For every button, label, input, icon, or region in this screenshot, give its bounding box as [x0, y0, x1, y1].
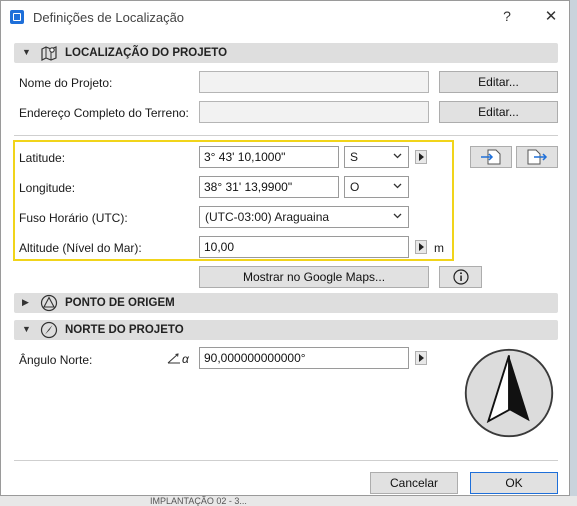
altitude-label: Altitude (Nível do Mar): — [19, 241, 142, 255]
collapse-arrow-icon[interactable]: ▼ — [22, 47, 31, 57]
info-button[interactable] — [439, 266, 482, 288]
longitude-hemisphere-value: O — [350, 180, 360, 194]
altitude-input[interactable]: 10,00 — [199, 236, 409, 258]
chevron-down-icon — [393, 213, 402, 219]
map-pin-icon — [41, 46, 57, 61]
section-origin-point[interactable]: ▶ PONTO DE ORIGEM — [14, 293, 558, 313]
export-location-button[interactable] — [516, 146, 558, 168]
longitude-label: Longitude: — [19, 181, 76, 195]
angle-symbol: α — [182, 352, 189, 366]
section-project-north[interactable]: ▼ NORTE DO PROJETO — [14, 320, 558, 340]
angle-icon — [167, 353, 180, 364]
latitude-label: Latitude: — [19, 151, 66, 165]
timezone-label: Fuso Horário (UTC): — [19, 211, 128, 225]
latitude-options-arrow[interactable] — [415, 150, 427, 164]
export-file-icon — [527, 149, 548, 165]
project-name-field[interactable] — [199, 71, 429, 93]
background-window-bottom: IMPLANTAÇÃO 02 - 3... — [0, 496, 577, 506]
address-label: Endereço Completo do Terreno: — [19, 106, 189, 120]
edit-address-button[interactable]: Editar... — [439, 101, 558, 123]
cancel-button[interactable]: Cancelar — [370, 472, 458, 494]
edit-project-name-button[interactable]: Editar... — [439, 71, 558, 93]
longitude-input[interactable]: 38° 31' 13,9900" — [199, 176, 339, 198]
north-angle-input[interactable]: 90,000000000000° — [199, 347, 409, 369]
background-window-edge — [570, 0, 577, 506]
divider — [14, 460, 558, 461]
import-file-icon — [481, 149, 501, 165]
compass-icon — [40, 321, 58, 339]
altitude-unit: m — [434, 241, 444, 255]
info-icon — [453, 269, 469, 285]
section-label: PONTO DE ORIGEM — [65, 297, 175, 309]
divider — [14, 135, 558, 136]
title-bar[interactable]: Definições de Localização ? ✕ — [1, 1, 569, 33]
dialog-title: Definições de Localização — [33, 10, 185, 25]
chevron-down-icon — [393, 153, 402, 159]
collapse-arrow-icon[interactable]: ▼ — [22, 324, 31, 334]
project-name-label: Nome do Projeto: — [19, 76, 113, 90]
origin-point-icon — [40, 294, 58, 312]
help-button[interactable]: ? — [498, 8, 516, 26]
timezone-value: (UTC-03:00) Araguaina — [205, 210, 330, 224]
close-button[interactable]: ✕ — [541, 7, 561, 27]
longitude-hemisphere-select[interactable]: O — [344, 176, 409, 198]
background-partial-text: IMPLANTAÇÃO 02 - 3... — [150, 496, 247, 506]
north-angle-options-arrow[interactable] — [415, 351, 427, 365]
north-compass-dial[interactable] — [462, 346, 556, 440]
latitude-hemisphere-value: S — [350, 150, 359, 164]
north-angle-label: Ângulo Norte: — [19, 353, 93, 367]
section-label: LOCALIZAÇÃO DO PROJETO — [65, 47, 228, 59]
google-maps-button[interactable]: Mostrar no Google Maps... — [199, 266, 429, 288]
app-icon — [10, 10, 24, 24]
section-label: NORTE DO PROJETO — [65, 324, 184, 336]
address-field[interactable] — [199, 101, 429, 123]
section-project-location[interactable]: ▼ LOCALIZAÇÃO DO PROJETO — [14, 43, 558, 63]
timezone-select[interactable]: (UTC-03:00) Araguaina — [199, 206, 409, 228]
location-settings-dialog: Definições de Localização ? ✕ ▼ LOCALIZA… — [0, 0, 570, 496]
latitude-input[interactable]: 3° 43' 10,1000" — [199, 146, 339, 168]
ok-button[interactable]: OK — [470, 472, 558, 494]
expand-arrow-icon[interactable]: ▶ — [22, 297, 29, 308]
import-location-button[interactable] — [470, 146, 512, 168]
chevron-down-icon — [393, 183, 402, 189]
altitude-options-arrow[interactable] — [415, 240, 427, 254]
latitude-hemisphere-select[interactable]: S — [344, 146, 409, 168]
